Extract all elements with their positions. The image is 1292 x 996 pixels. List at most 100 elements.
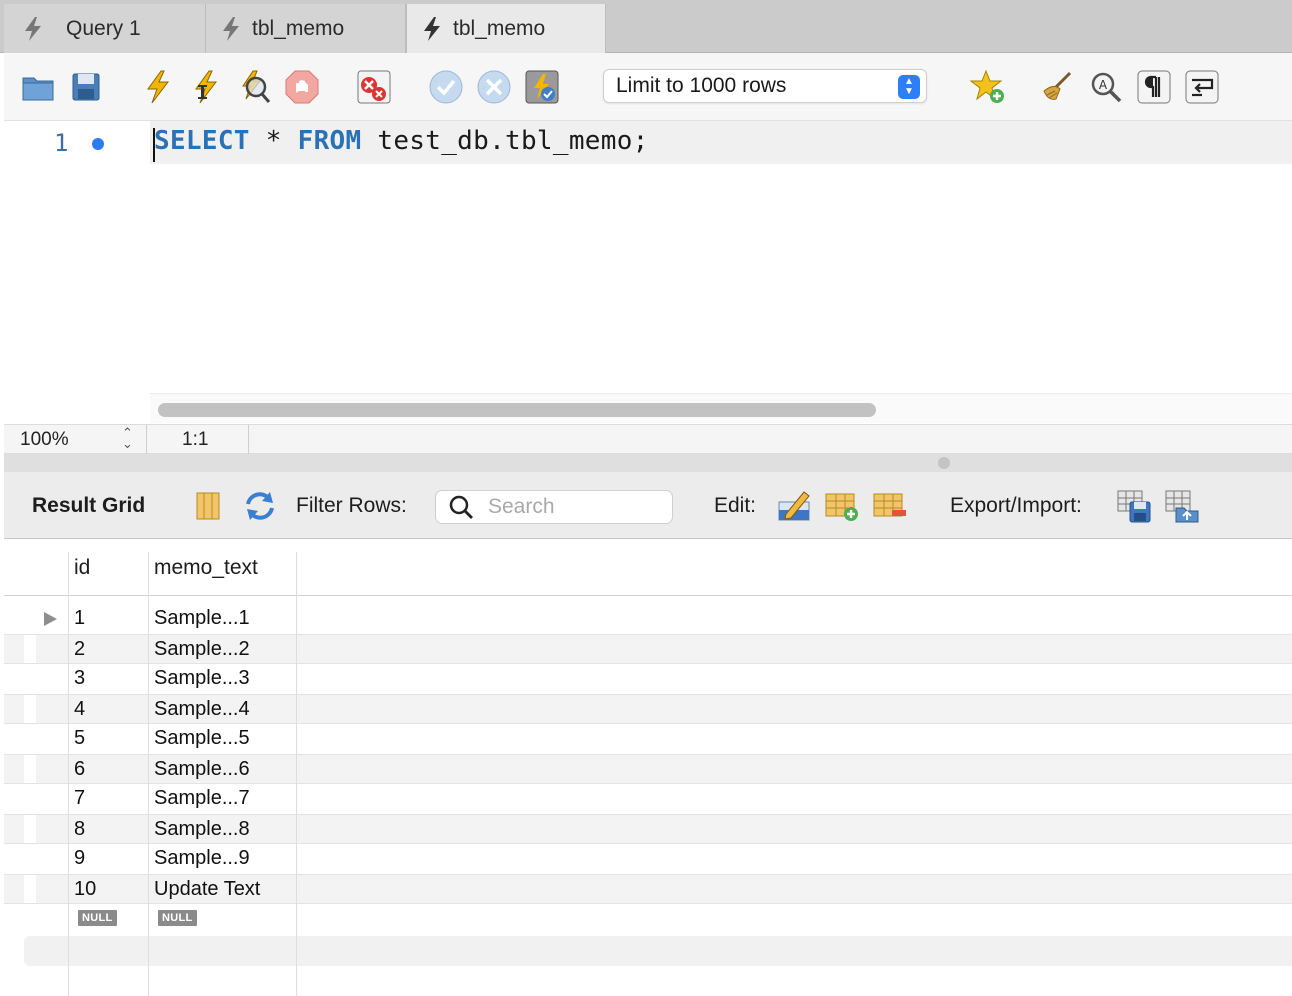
form-view-icon[interactable] [190,488,226,524]
table-row[interactable]: 10 Update Text [4,874,1292,904]
table-row[interactable]: 8 Sample...8 [4,814,1292,844]
zoom-stepper-icon[interactable]: ⌃ ⌄ [122,426,133,450]
cell-id[interactable]: 8 [74,818,85,841]
result-grid-title[interactable]: Result Grid [32,494,145,518]
open-folder-icon[interactable] [20,69,56,105]
new-row[interactable]: NULL NULL [4,904,1292,934]
null-badge[interactable]: NULL [158,910,197,926]
sql-keyword: FROM [297,126,362,156]
autocommit-icon[interactable] [524,69,560,105]
sql-editor[interactable]: 1 SELECT * FROM test_db.tbl_memo; [4,121,1292,424]
current-row-arrow-icon [44,612,57,626]
sql-text: * [249,126,298,156]
panel-splitter[interactable] [4,454,1292,472]
cell-memo-text[interactable]: Sample...4 [154,698,250,721]
execute-icon[interactable] [140,69,176,105]
search-icon [449,495,473,519]
table-row[interactable]: 5 Sample...5 [4,724,1292,754]
lightning-icon [223,16,239,41]
rollback-icon[interactable] [476,69,512,105]
limit-rows-label: Limit to 1000 rows [616,74,787,97]
search-input[interactable] [488,495,658,519]
table-row[interactable]: 6 Sample...6 [4,754,1292,784]
toggle-continue-on-error-icon[interactable] [356,69,392,105]
line-number: 1 [54,129,69,157]
table-row[interactable]: 7 Sample...7 [4,784,1292,814]
limit-rows-select[interactable]: Limit to 1000 rows ▲ ▼ [603,69,927,103]
cell-memo-text[interactable]: Sample...8 [154,818,250,841]
cell-id[interactable]: 6 [74,758,85,781]
splitter-handle[interactable] [938,457,950,469]
horizontal-scrollbar[interactable] [150,393,1292,423]
sql-toolbar: Limit to 1000 rows ▲ ▼ A [4,53,1292,121]
invisible-characters-icon[interactable] [1136,69,1172,105]
text-caret [153,128,155,162]
cell-id[interactable]: 9 [74,847,85,870]
cell-memo-text[interactable]: Update Text [154,878,260,901]
delete-row-icon[interactable] [872,488,908,524]
cell-memo-text[interactable]: Sample...2 [154,638,250,661]
refresh-icon[interactable] [242,488,278,524]
cell-memo-text[interactable]: Sample...9 [154,847,250,870]
result-toolbar: Result Grid Filter Rows: Edit: Export/Im… [4,472,1292,539]
beautify-icon[interactable] [1040,69,1076,105]
explain-icon[interactable] [236,69,272,105]
edit-label: Edit: [714,494,757,517]
cell-id[interactable]: 5 [74,727,85,750]
divider [248,425,249,455]
result-grid[interactable]: id memo_text 1 Sample...1 2 Sample...2 3… [4,540,1292,996]
word-wrap-icon[interactable] [1184,69,1220,105]
tab-query-1[interactable]: Query 1 [4,4,206,53]
stop-icon[interactable] [284,69,320,105]
table-row[interactable]: 9 Sample...9 [4,844,1292,874]
import-icon[interactable] [1164,488,1200,524]
cell-id[interactable]: 3 [74,667,85,690]
tab-bar: Query 1 tbl_memo tbl_memo [0,0,1292,53]
cell-memo-text[interactable]: Sample...7 [154,787,250,810]
filter-rows-label: Filter Rows: [296,494,407,517]
tab-label: tbl_memo [252,16,345,40]
lightning-icon [25,16,41,41]
editor-status-bar: 100% ⌃ ⌄ 1:1 [4,424,1292,455]
cell-id[interactable]: 4 [74,698,85,721]
cell-memo-text[interactable]: Sample...5 [154,727,250,750]
column-divider[interactable] [148,552,149,996]
find-icon[interactable]: A [1088,69,1124,105]
zoom-level[interactable]: 100% [20,429,69,451]
filter-search-box[interactable] [435,490,673,524]
cursor-position: 1:1 [182,429,209,450]
add-snippet-icon[interactable] [970,69,1006,105]
commit-icon[interactable] [428,69,464,105]
cell-id[interactable]: 1 [74,607,85,630]
column-divider[interactable] [296,552,297,996]
cell-id[interactable]: 7 [74,787,85,810]
table-row[interactable]: 4 Sample...4 [4,694,1292,724]
scrollbar-thumb[interactable] [158,403,876,417]
sql-text: test_db.tbl_memo; [361,126,649,156]
add-row-icon[interactable] [824,488,860,524]
table-row[interactable]: 2 Sample...2 [4,634,1292,664]
export-import-label: Export/Import: [950,494,1082,517]
cell-id[interactable]: 10 [74,878,96,901]
table-row[interactable]: 1 Sample...1 [4,604,1292,634]
grid-header: id memo_text [4,540,1292,596]
tab-label: tbl_memo [453,16,546,40]
execute-current-icon[interactable] [188,69,224,105]
table-row[interactable]: 3 Sample...3 [4,664,1292,694]
null-badge[interactable]: NULL [78,910,117,926]
edit-row-icon[interactable] [776,488,812,524]
export-icon[interactable] [1116,488,1152,524]
tab-tbl-memo-active[interactable]: tbl_memo [406,4,606,53]
cell-id[interactable]: 2 [74,638,85,661]
save-icon[interactable] [68,69,104,105]
column-header-id[interactable]: id [74,556,90,580]
lightning-icon [424,16,440,41]
sql-code-line[interactable]: SELECT * FROM test_db.tbl_memo; [154,126,649,156]
empty-row [24,936,1292,966]
cell-memo-text[interactable]: Sample...3 [154,667,250,690]
cell-memo-text[interactable]: Sample...1 [154,607,250,630]
cell-memo-text[interactable]: Sample...6 [154,758,250,781]
column-header-memo-text[interactable]: memo_text [154,556,258,580]
tab-tbl-memo[interactable]: tbl_memo [206,4,406,53]
column-divider [68,552,69,996]
